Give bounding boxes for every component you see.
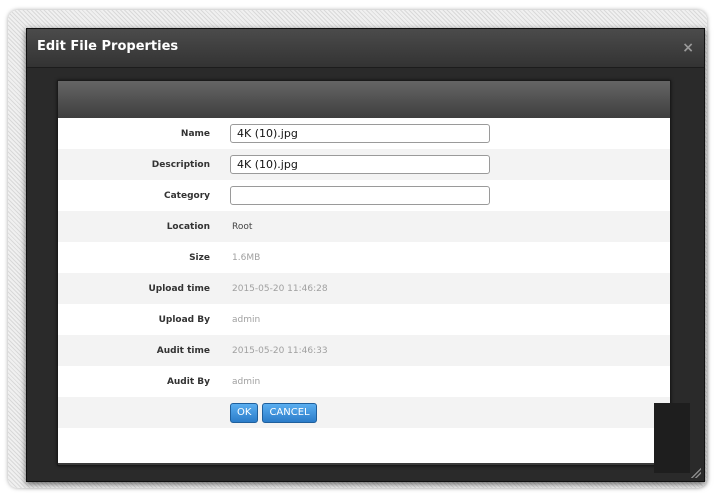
name-row: Name: [58, 118, 670, 149]
description-row: Description: [58, 149, 670, 180]
upload-time-value: 2015-05-20 11:46:28: [232, 283, 328, 294]
resize-grip-icon[interactable]: [691, 468, 701, 478]
audit-time-row: Audit time 2015-05-20 11:46:33: [58, 335, 670, 366]
close-icon[interactable]: ×: [682, 40, 694, 56]
ok-button[interactable]: OK: [230, 402, 259, 423]
upload-by-row: Upload By admin: [58, 304, 670, 335]
button-group: OK CANCEL: [58, 402, 317, 423]
button-row: OK CANCEL: [58, 397, 670, 428]
category-row: Category: [58, 180, 670, 211]
size-label: Size: [189, 252, 210, 263]
audit-by-row: Audit By admin: [58, 366, 670, 397]
size-row: Size 1.6MB: [58, 242, 670, 273]
upload-time-row: Upload time 2015-05-20 11:46:28: [58, 273, 670, 304]
corner-shadow: [654, 403, 690, 473]
edit-file-properties-dialog: Edit File Properties × Name Description …: [26, 28, 705, 482]
description-label: Description: [151, 159, 210, 170]
size-value: 1.6MB: [232, 252, 261, 263]
location-row: Location Root: [58, 211, 670, 242]
panel-header: [58, 81, 670, 118]
dialog-title: Edit File Properties: [37, 39, 179, 54]
audit-time-label: Audit time: [156, 345, 210, 356]
upload-by-label: Upload By: [158, 314, 210, 325]
upload-time-label: Upload time: [148, 283, 210, 294]
category-field[interactable]: [230, 186, 490, 205]
description-field[interactable]: [230, 155, 490, 174]
upload-by-value: admin: [232, 314, 261, 325]
name-label: Name: [180, 128, 210, 139]
audit-by-value: admin: [232, 376, 261, 387]
audit-time-value: 2015-05-20 11:46:33: [232, 345, 328, 356]
audit-by-label: Audit By: [166, 376, 210, 387]
name-field[interactable]: [230, 124, 490, 143]
properties-panel: Name Description Category Location Root …: [57, 80, 671, 466]
cancel-button[interactable]: CANCEL: [262, 402, 317, 423]
category-label: Category: [163, 190, 210, 201]
dialog-titlebar[interactable]: Edit File Properties ×: [27, 29, 704, 68]
properties-form: Name Description Category Location Root …: [58, 118, 670, 463]
location-label: Location: [166, 221, 210, 232]
location-value: Root: [232, 221, 253, 232]
